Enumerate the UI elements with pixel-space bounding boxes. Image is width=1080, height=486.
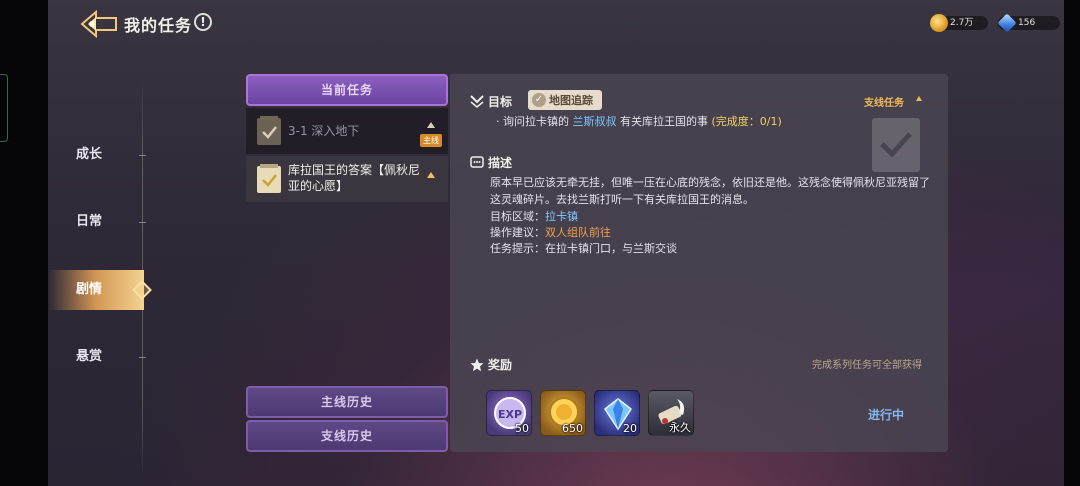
diamond-currency[interactable]: 156: [997, 13, 1060, 33]
target-area-value[interactable]: 拉卡镇: [545, 210, 578, 223]
back-arrow-icon[interactable]: [80, 10, 118, 38]
quest-scroll-icon: [257, 116, 281, 145]
tab-main-history[interactable]: 主线历史: [246, 386, 448, 418]
tab-side-history[interactable]: 支线历史: [246, 420, 448, 452]
objective-prefix: · 询问拉卡镇的: [496, 115, 569, 128]
quest-status: 进行中: [868, 408, 905, 422]
quest-scroll-watermark-icon: [872, 118, 920, 172]
objective-label: 目标: [488, 95, 513, 109]
quest-description: 原本早已应该无牵无挂，但唯一压在心底的残念，依旧还是他。这残念使得佩秋尼亚残留了…: [490, 176, 930, 206]
description-label: 描述: [488, 156, 513, 170]
checkmark-icon: ✓: [532, 93, 546, 107]
reward-item-diamond[interactable]: 20: [594, 390, 640, 436]
svg-text:EXP: EXP: [498, 408, 522, 421]
advice-label: 操作建议：: [490, 226, 545, 239]
reward-qty: 50: [515, 422, 529, 435]
speech-bubble-icon: [470, 156, 484, 168]
quest-title: 3-1 深入地下: [288, 124, 360, 138]
target-area-label: 目标区域：: [490, 210, 545, 223]
quest-type-marker-icon: [427, 122, 435, 128]
objective-progress: (完成度：0/1): [711, 115, 782, 128]
reward-item-gold[interactable]: 650: [540, 390, 586, 436]
nav-item-story[interactable]: 剧情: [48, 270, 144, 310]
main-quest-badge: 主线: [420, 134, 442, 147]
hint-line: 任务提示：在拉卡镇门口，与兰斯交谈: [490, 240, 677, 256]
hint-value: 在拉卡镇门口，与兰斯交谈: [545, 242, 677, 255]
map-tracking-button[interactable]: ✓ 地图追踪: [528, 90, 602, 110]
screen-edge-right: [1064, 0, 1080, 486]
reward-qty: 20: [623, 422, 637, 435]
gold-currency[interactable]: 2.7万: [930, 14, 988, 32]
quest-type-marker-icon: [427, 172, 435, 178]
reward-label: 奖励: [488, 358, 513, 372]
side-indicator: [0, 74, 8, 142]
nav-item-bounty[interactable]: 悬赏: [48, 337, 144, 377]
reward-qty: 永久: [669, 421, 691, 434]
quest-type-marker-icon: [916, 96, 922, 101]
page-title: 我的任务: [124, 16, 193, 35]
game-screen: 我的任务 ! 2.7万 156 成长 日常 剧情 悬赏 当前任务 3-1 深入地…: [0, 0, 1080, 486]
nav-item-daily[interactable]: 日常: [48, 202, 144, 242]
quest-title: 库拉国王的答案【佩秋尼亚的心愿】: [288, 163, 421, 193]
objective-suffix: 有关库拉王国的事: [620, 115, 708, 128]
nav-item-growth[interactable]: 成长: [48, 135, 144, 175]
quest-detail-panel: 目标 ✓ 地图追踪 支线任务 · 询问拉卡镇的 兰斯叔叔 有关库拉王国的事 (完…: [450, 74, 948, 452]
hint-label: 任务提示：: [490, 242, 545, 255]
tab-current-quests[interactable]: 当前任务: [246, 74, 448, 106]
target-area-line: 目标区域：拉卡镇: [490, 208, 578, 224]
quest-type-label: 支线任务: [864, 98, 904, 109]
advice-value: 双人组队前往: [545, 226, 611, 239]
reward-note: 完成系列任务可全部获得: [812, 360, 922, 371]
objective-npc[interactable]: 兰斯叔叔: [573, 115, 617, 128]
objective-text: · 询问拉卡镇的 兰斯叔叔 有关库拉王国的事 (完成度：0/1): [496, 113, 782, 129]
info-icon[interactable]: !: [194, 13, 212, 31]
reward-item-exp[interactable]: EXP 50: [486, 390, 532, 436]
star-icon: [470, 358, 484, 372]
reward-qty: 650: [562, 422, 583, 435]
quest-scroll-icon: [257, 164, 281, 193]
screen-edge-left: [0, 0, 48, 486]
quest-list-item-selected[interactable]: 库拉国王的答案【佩秋尼亚的心愿】: [246, 156, 448, 202]
advice-line: 操作建议：双人组队前往: [490, 224, 611, 240]
reward-item-scroll[interactable]: 永久: [648, 390, 694, 436]
gold-coin-icon: [930, 14, 948, 32]
target-icon: [470, 95, 484, 108]
quest-list-item[interactable]: 3-1 深入地下 主线: [246, 108, 448, 154]
map-tracking-label: 地图追踪: [549, 94, 593, 107]
